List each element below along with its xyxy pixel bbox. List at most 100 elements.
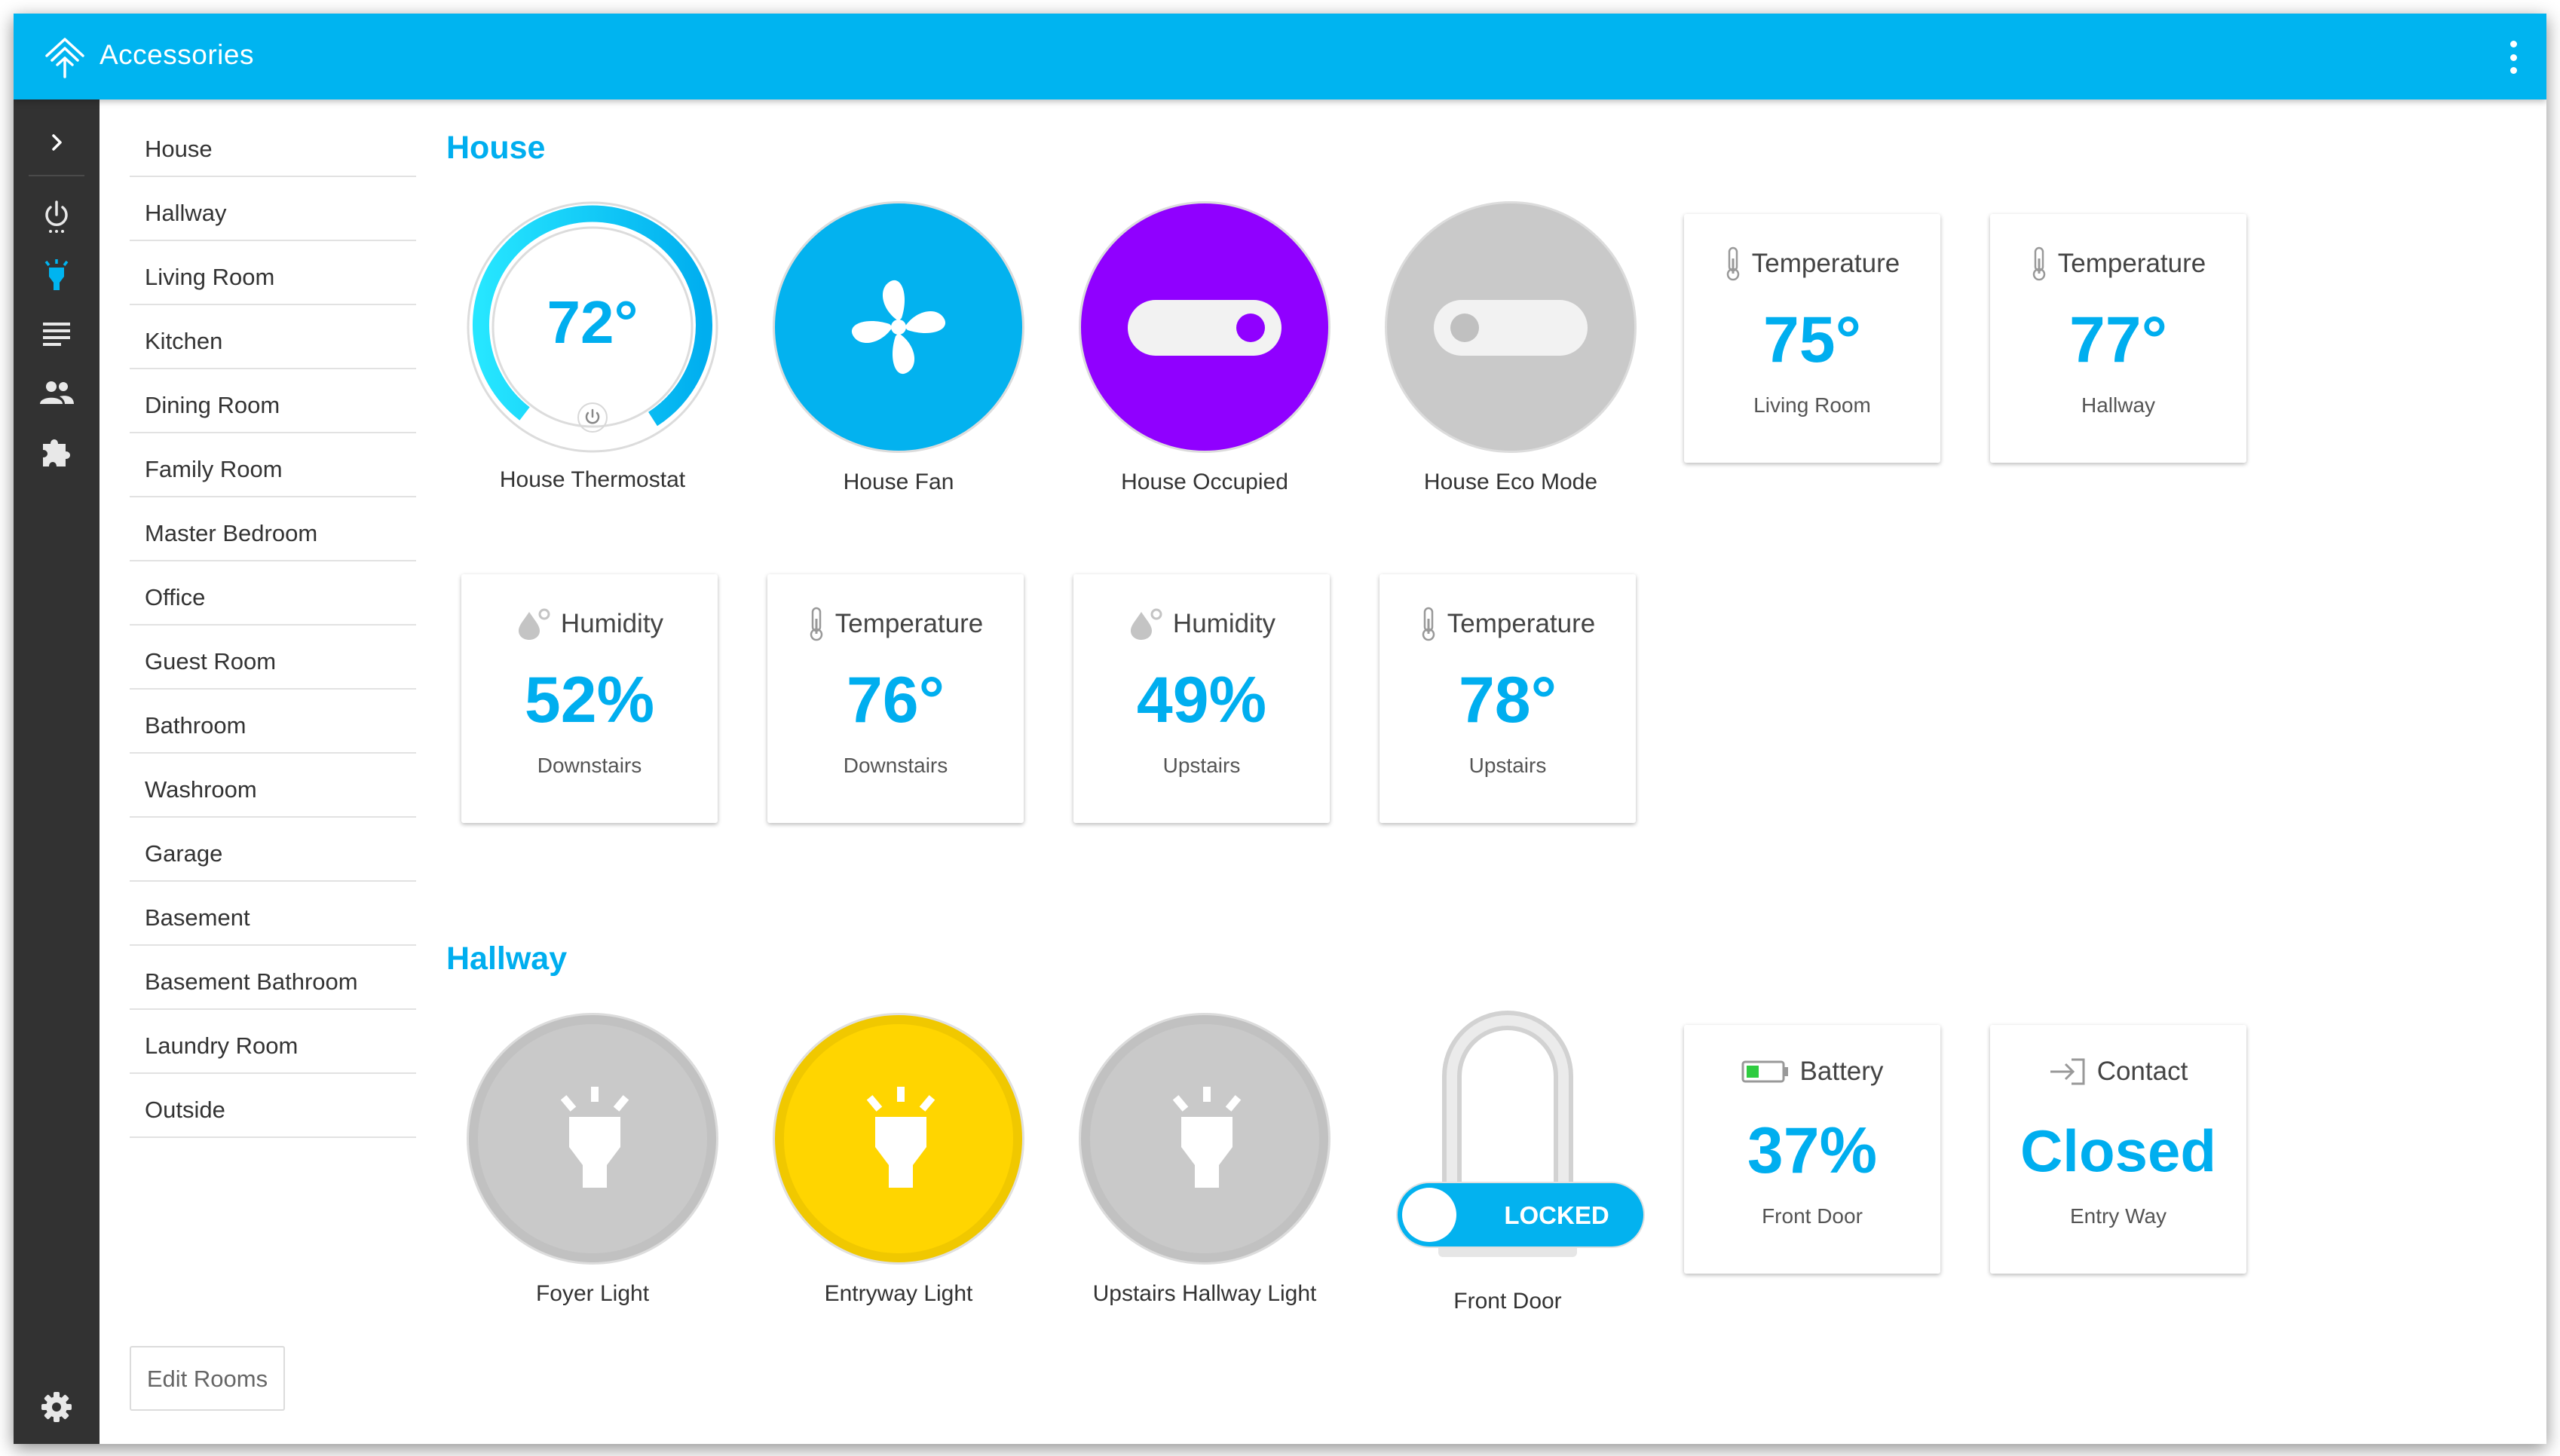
front-door-tile[interactable]: LOCKED Front Door: [1380, 1008, 1645, 1314]
eco-mode-tile[interactable]: House Eco Mode: [1383, 201, 1639, 495]
temp-card-upstairs[interactable]: Temperature 78° Upstairs: [1380, 574, 1636, 823]
occupied-button[interactable]: [1079, 201, 1331, 453]
card-room: Front Door: [1762, 1204, 1863, 1228]
log-list-icon[interactable]: [33, 310, 80, 357]
temp-card-living-room[interactable]: Temperature 75° Living Room: [1684, 214, 1940, 463]
foyer-light-button[interactable]: [467, 1013, 718, 1265]
front-door-label: Front Door: [1453, 1289, 1562, 1314]
thermometer-icon: [1726, 246, 1739, 281]
plugins-icon[interactable]: [33, 428, 80, 475]
card-heading: Temperature: [834, 609, 984, 638]
app-title: Accessories: [100, 39, 254, 70]
expand-chevron-icon[interactable]: [33, 119, 80, 166]
card-value: 77°: [2069, 304, 2168, 376]
room-item-laundry-room[interactable]: Laundry Room: [130, 1010, 416, 1074]
thermometer-icon: [1422, 607, 1435, 641]
card-heading: Temperature: [1447, 609, 1596, 638]
lock-status-text: LOCKED: [1504, 1201, 1609, 1229]
room-item-living-room[interactable]: Living Room: [130, 241, 416, 305]
battery-card[interactable]: Battery 37% Front Door: [1684, 1025, 1940, 1274]
card-heading: Contact: [2096, 1057, 2188, 1086]
humidity-drop-icon: [1130, 608, 1162, 640]
accessories-icon[interactable]: [33, 252, 80, 298]
room-item-basement-bathroom[interactable]: Basement Bathroom: [130, 946, 416, 1010]
foyer-light-label: Foyer Light: [535, 1281, 650, 1306]
room-item-dining-room[interactable]: Dining Room: [130, 369, 416, 433]
card-room: Upstairs: [1162, 754, 1241, 777]
app-window: Accessories House Hallway Living Room Ki…: [14, 14, 2546, 1444]
card-heading: Humidity: [560, 609, 664, 638]
fan-tile[interactable]: House Fan: [770, 201, 1027, 495]
occupied-tile[interactable]: House Occupied: [1076, 201, 1333, 495]
light-bulb-icon: [866, 1087, 936, 1188]
card-heading: Temperature: [2057, 249, 2206, 278]
room-item-outside[interactable]: Outside: [130, 1074, 416, 1138]
upstairs-hallway-light-label: Upstairs Hallway Light: [1092, 1281, 1317, 1306]
temp-card-downstairs[interactable]: Temperature 76° Downstairs: [767, 574, 1024, 823]
foyer-light-tile[interactable]: Foyer Light: [464, 1013, 721, 1307]
section-title-house: House: [446, 130, 546, 166]
room-item-basement[interactable]: Basement: [130, 882, 416, 946]
rail-divider: [29, 175, 84, 176]
upstairs-hallway-light-button[interactable]: [1079, 1013, 1331, 1265]
room-item-family-room[interactable]: Family Room: [130, 433, 416, 497]
humidity-drop-icon: [518, 608, 550, 640]
toggle-switch-icon: [1434, 300, 1588, 356]
entryway-light-label: Entryway Light: [824, 1281, 973, 1306]
fan-icon: [852, 280, 945, 375]
nav-rail: [14, 99, 100, 1444]
fan-button[interactable]: [773, 201, 1024, 453]
room-item-hallway[interactable]: Hallway: [130, 177, 416, 241]
thermostat-power-icon[interactable]: [577, 402, 608, 433]
humidity-card-upstairs[interactable]: Humidity 49% Upstairs: [1073, 574, 1330, 823]
card-room: Living Room: [1753, 393, 1871, 417]
light-bulb-icon: [560, 1087, 629, 1188]
top-app-bar: Accessories: [14, 14, 2546, 99]
contact-card[interactable]: Contact Closed Entry Way: [1990, 1025, 2246, 1274]
card-room: Entry Way: [2069, 1204, 2167, 1228]
thermometer-icon: [810, 607, 822, 641]
lock-toggle[interactable]: LOCKED: [1396, 1182, 1645, 1248]
more-vert-icon[interactable]: [2506, 41, 2521, 74]
settings-gear-icon[interactable]: [33, 1384, 80, 1430]
card-value: 78°: [1458, 664, 1557, 736]
card-room: Hallway: [2081, 393, 2156, 417]
thermostat-tile[interactable]: 72° House Thermostat: [464, 199, 721, 493]
toggle-switch-icon: [1128, 300, 1282, 356]
humidity-card-downstairs[interactable]: Humidity 52% Downstairs: [461, 574, 718, 823]
power-icon[interactable]: [33, 193, 80, 240]
users-icon[interactable]: [33, 369, 80, 416]
room-item-washroom[interactable]: Washroom: [130, 754, 416, 818]
card-value: 76°: [846, 664, 945, 736]
room-item-guest-room[interactable]: Guest Room: [130, 626, 416, 690]
card-heading: Humidity: [1172, 609, 1276, 638]
room-item-garage[interactable]: Garage: [130, 818, 416, 882]
entryway-light-button[interactable]: [773, 1013, 1024, 1265]
section-title-hallway: Hallway: [446, 941, 568, 977]
room-item-office[interactable]: Office: [130, 561, 416, 626]
lock-toggle-knob: [1402, 1188, 1456, 1242]
light-bulb-icon: [1172, 1087, 1242, 1188]
room-item-master-bedroom[interactable]: Master Bedroom: [130, 497, 416, 561]
edit-rooms-button[interactable]: Edit Rooms: [130, 1346, 285, 1411]
room-item-house[interactable]: House: [130, 113, 416, 177]
card-value: 37%: [1747, 1115, 1878, 1187]
entryway-light-tile[interactable]: Entryway Light: [770, 1013, 1027, 1307]
thermostat-value: 72°: [547, 289, 638, 356]
upstairs-hallway-light-tile[interactable]: Upstairs Hallway Light: [1076, 1013, 1333, 1307]
room-list: House Hallway Living Room Kitchen Dining…: [130, 113, 416, 1138]
eco-mode-button[interactable]: [1385, 201, 1637, 453]
homebridge-logo-icon: [45, 38, 84, 78]
card-value: Closed: [2020, 1118, 2217, 1184]
battery-icon: [1741, 1060, 1788, 1083]
temp-card-hallway[interactable]: Temperature 77° Hallway: [1990, 214, 2246, 463]
room-item-kitchen[interactable]: Kitchen: [130, 305, 416, 369]
card-heading: Battery: [1799, 1057, 1884, 1086]
thermostat-label: House Thermostat: [499, 467, 686, 492]
room-item-bathroom[interactable]: Bathroom: [130, 690, 416, 754]
occupied-label: House Occupied: [1121, 470, 1288, 494]
eco-mode-label: House Eco Mode: [1423, 470, 1598, 494]
battery-fill: [1746, 1066, 1759, 1078]
fan-label: House Fan: [843, 470, 954, 494]
card-room: Downstairs: [843, 754, 948, 777]
